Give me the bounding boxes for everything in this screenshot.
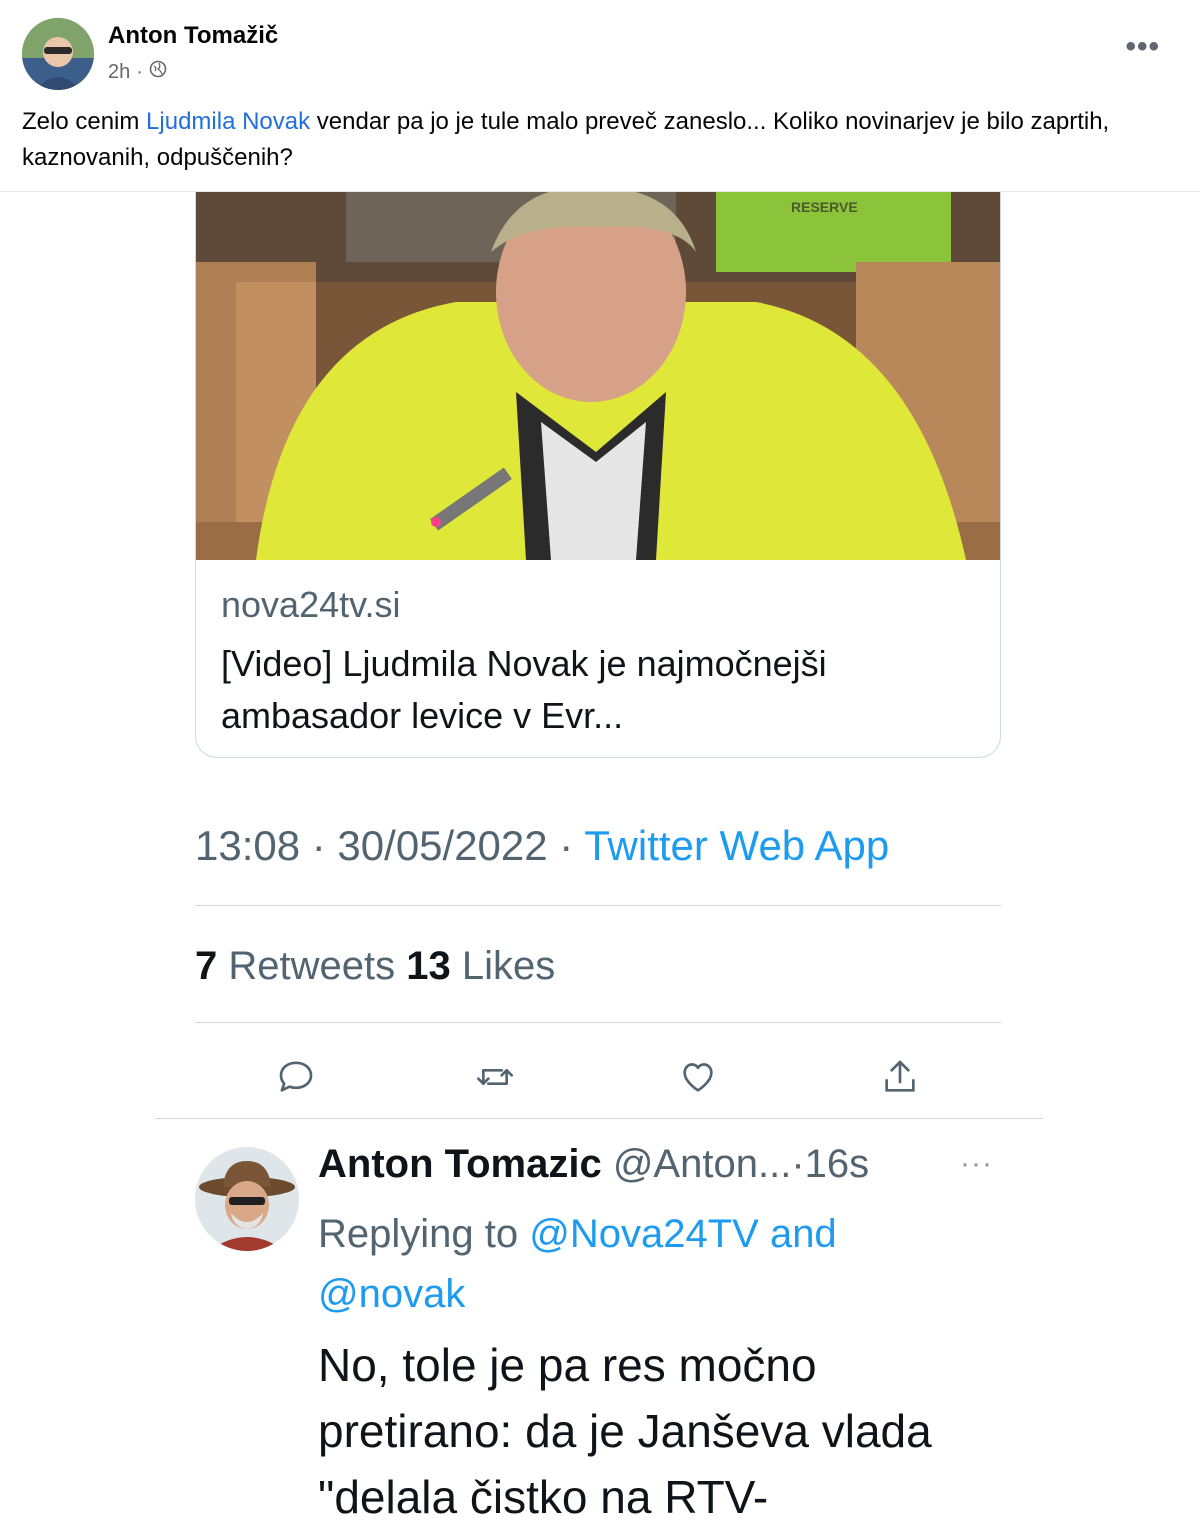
tweet-timestamp: 13:08 · 30/05/2022 · Twitter Web App (195, 822, 889, 870)
card-domain: nova24tv.si (221, 584, 401, 625)
reply-author-name[interactable]: Anton Tomazic (318, 1142, 602, 1186)
retweets-label[interactable]: Retweets (228, 944, 395, 988)
divider (195, 905, 1001, 906)
post-time[interactable]: 2h (108, 61, 130, 84)
divider (155, 1118, 1043, 1119)
divider (195, 1022, 1001, 1023)
reply-avatar[interactable] (195, 1147, 299, 1251)
reply-header: Anton Tomazic @Anton...·16s (318, 1142, 869, 1187)
tweet-source-app[interactable]: Twitter Web App (584, 822, 889, 869)
reply-age[interactable]: ·16s (791, 1142, 869, 1186)
tweet-screenshot: RESERVE nova24tv.si [Video] Ljudmila Nov… (0, 192, 1200, 1520)
reply-text: No, tole je pa res močno pretirano: da j… (318, 1339, 932, 1520)
like-icon[interactable] (673, 1052, 723, 1102)
post-text: Zelo cenim Ljudmila Novak vendar pa jo j… (22, 104, 1172, 176)
mention-link[interactable]: Ljudmila Novak (146, 108, 310, 135)
link-card[interactable]: RESERVE nova24tv.si [Video] Ljudmila Nov… (195, 192, 1001, 758)
author-avatar[interactable] (22, 18, 94, 90)
likes-count[interactable]: 13 (406, 944, 451, 988)
reply-handle[interactable]: @Anton... (613, 1142, 791, 1186)
likes-label[interactable]: Likes (462, 944, 555, 988)
reply-mention-nova24tv[interactable]: @Nova24TV (529, 1212, 759, 1256)
retweets-count[interactable]: 7 (195, 944, 217, 988)
post-meta: 2h · (108, 60, 167, 84)
author-name[interactable]: Anton Tomažič (108, 22, 278, 50)
more-options-icon[interactable]: ••• (1125, 30, 1160, 64)
tweet-time[interactable]: 13:08 · 30/05/2022 · (195, 822, 584, 869)
reserve-sign: RESERVE (791, 199, 858, 215)
tweet-actions (195, 1052, 1001, 1104)
tweet-stats: 7 Retweets 13 Likes (195, 944, 555, 989)
share-icon[interactable] (875, 1052, 925, 1102)
facebook-post-header: Anton Tomažič 2h · ••• Zelo cenim Ljudmi… (0, 0, 1200, 192)
post-text-before: Zelo cenim (22, 108, 147, 135)
replying-prefix: Replying to (318, 1212, 530, 1256)
meta-separator: · (136, 60, 143, 83)
reply-mention-novak[interactable]: @novak (318, 1272, 465, 1316)
card-title[interactable]: [Video] Ljudmila Novak je najmočnejši am… (221, 638, 981, 742)
card-image: RESERVE (196, 192, 1000, 560)
globe-icon (149, 60, 167, 84)
reply-icon[interactable] (271, 1052, 321, 1102)
reply-more-icon[interactable]: ··· (960, 1147, 993, 1181)
replying-to: Replying to @Nova24TV and @novak (318, 1204, 958, 1324)
reply-connector: and (758, 1212, 837, 1256)
retweet-icon[interactable] (470, 1052, 520, 1102)
